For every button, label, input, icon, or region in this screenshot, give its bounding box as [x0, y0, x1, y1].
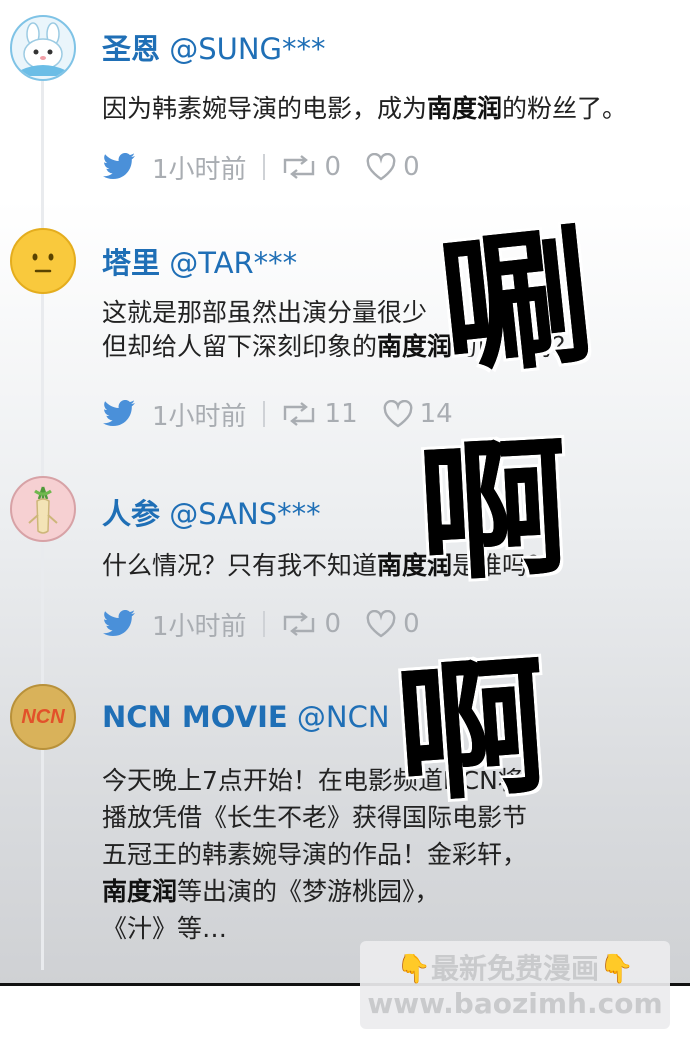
- user-handle: @NCN: [296, 700, 390, 734]
- sfx-text-2: 啊: [414, 419, 574, 603]
- ncn-logo-avatar-icon[interactable]: NCN: [10, 684, 76, 750]
- text-segment: 但却给人留下深刻印象的: [102, 332, 378, 361]
- divider: [262, 611, 265, 637]
- ncn-logo-text: NCN: [21, 705, 65, 728]
- twitter-bird-icon: [102, 610, 136, 638]
- retweet-count: 0: [324, 152, 342, 182]
- highlighted-name: 南度润: [377, 332, 453, 361]
- post-author[interactable]: NCN MOVIE @NCN: [102, 700, 390, 734]
- display-name: 人参: [102, 497, 161, 531]
- post-actions: 1小时前 0 0: [102, 150, 444, 185]
- text-segment: 的粉丝了。: [502, 94, 628, 123]
- post-time: 1小时前: [152, 401, 247, 432]
- text-segment: 《汁》等…: [102, 914, 228, 943]
- watermark-url: www.baozimh.com: [367, 987, 663, 1020]
- post-author[interactable]: 人参 @SANS***: [102, 491, 321, 533]
- user-handle: @TAR***: [169, 246, 298, 280]
- retweet-icon[interactable]: [279, 153, 319, 181]
- text-segment: 什么情况？只有我不知道: [102, 551, 378, 580]
- post-text-line: 南度润等出演的《梦游桃园》，: [102, 873, 527, 910]
- text-segment: 等出演的《梦游桃园》，: [177, 877, 440, 906]
- like-count: 0: [403, 152, 420, 182]
- display-name: 塔里: [102, 246, 161, 280]
- text-segment: 因为韩素婉导演的电影，成为: [102, 94, 428, 123]
- retweet-icon[interactable]: [279, 400, 319, 428]
- sfx-text-3: 啊: [390, 637, 553, 824]
- twitter-bird-icon: [102, 400, 136, 428]
- retweet-count: 0: [324, 609, 342, 639]
- display-name: 圣恩: [102, 32, 161, 66]
- neutral-face-avatar-icon[interactable]: [10, 228, 76, 294]
- display-name: NCN MOVIE: [102, 700, 288, 734]
- highlighted-name: 南度润: [427, 94, 503, 123]
- post-time: 1小时前: [152, 154, 247, 185]
- bunny-avatar-icon[interactable]: [10, 15, 76, 81]
- post-author[interactable]: 圣恩 @SUNG***: [102, 26, 326, 68]
- heart-icon[interactable]: [382, 400, 414, 428]
- user-handle: @SUNG***: [169, 32, 326, 66]
- post-author[interactable]: 塔里 @TAR***: [102, 240, 297, 282]
- post-text: 因为韩素婉导演的电影，成为南度润的粉丝了。: [102, 92, 627, 126]
- twitter-bird-icon: [102, 153, 136, 181]
- watermark-line-1: 👇最新免费漫画👇: [396, 952, 634, 985]
- retweet-icon[interactable]: [279, 610, 319, 638]
- text-segment: 五冠王的韩素婉导演的作品！金彩轩，: [102, 840, 528, 869]
- retweet-count: 11: [324, 399, 358, 429]
- text-segment: 这就是那部虽然出演分量很少: [102, 298, 428, 327]
- heart-icon[interactable]: [365, 153, 397, 181]
- watermark-banner[interactable]: 👇最新免费漫画👇 www.baozimh.com: [360, 941, 670, 1029]
- user-handle: @SANS***: [169, 497, 321, 531]
- divider: [262, 401, 265, 427]
- post-text-line: 五冠王的韩素婉导演的作品！金彩轩，: [102, 836, 527, 873]
- sfx-text-1: 唰: [432, 207, 601, 399]
- post-text-line: 因为韩素婉导演的电影，成为南度润的粉丝了。: [102, 92, 627, 126]
- post-time: 1小时前: [152, 611, 247, 642]
- ginseng-avatar-icon[interactable]: [10, 476, 76, 542]
- highlighted-name: 南度润: [102, 877, 178, 906]
- divider: [262, 154, 265, 180]
